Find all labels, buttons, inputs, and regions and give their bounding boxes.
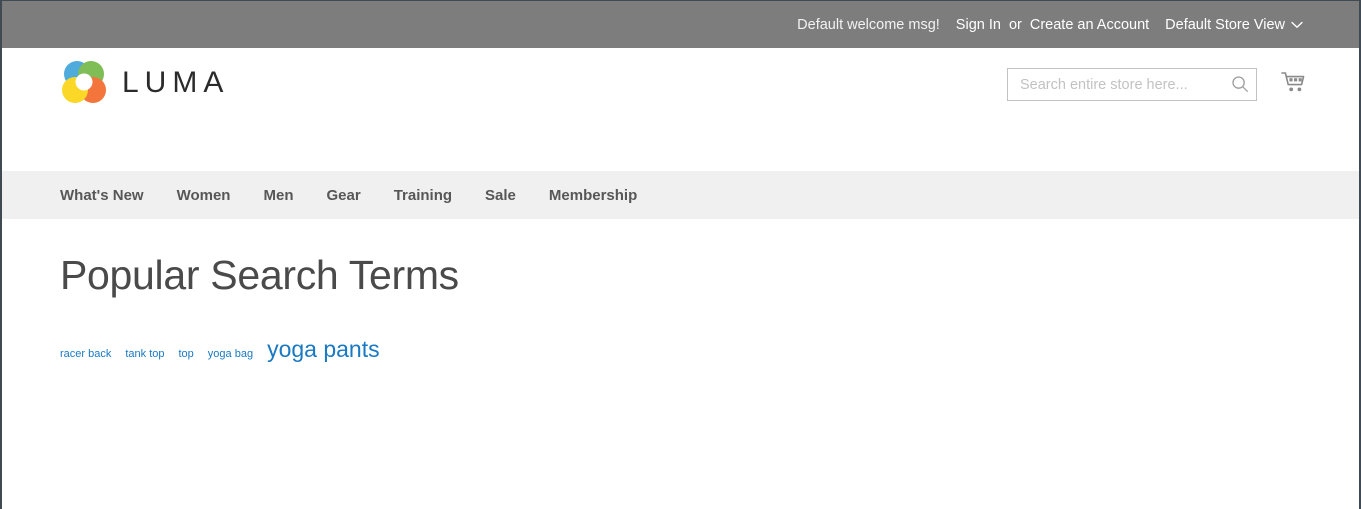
- logo-text: LUMA: [122, 66, 229, 100]
- site-logo-link[interactable]: LUMA: [60, 59, 229, 107]
- main-content: Popular Search Terms racer back tank top…: [2, 253, 1359, 361]
- browser-viewport: Default welcome msg! Sign In or Create a…: [0, 0, 1361, 509]
- create-account-link[interactable]: Create an Account: [1030, 17, 1149, 33]
- store-view-label: Default Store View: [1165, 17, 1285, 33]
- sign-in-link[interactable]: Sign In: [956, 17, 1001, 33]
- luma-circles-logo-icon: [60, 59, 108, 107]
- top-panel: Default welcome msg! Sign In or Create a…: [2, 1, 1359, 48]
- minicart-button[interactable]: [1279, 70, 1309, 100]
- main-navigation: What's New Women Men Gear Training Sale …: [2, 171, 1359, 219]
- search-button[interactable]: [1229, 74, 1251, 96]
- nav-item-men[interactable]: Men: [263, 187, 293, 204]
- nav-item-sale[interactable]: Sale: [485, 187, 516, 204]
- nav-item-whats-new[interactable]: What's New: [60, 187, 144, 204]
- shopping-cart-icon: [1281, 71, 1307, 98]
- chevron-down-icon: [1291, 19, 1303, 31]
- search-term-link[interactable]: yoga bag: [208, 349, 253, 360]
- popular-search-terms-cloud: racer back tank top top yoga bag yoga pa…: [60, 338, 1301, 361]
- page-title: Popular Search Terms: [60, 253, 1301, 298]
- welcome-message: Default welcome msg!: [797, 17, 940, 33]
- search-input[interactable]: [1007, 68, 1257, 101]
- nav-item-membership[interactable]: Membership: [549, 187, 637, 204]
- header-actions: [1007, 68, 1309, 101]
- search-term-link[interactable]: top: [179, 349, 194, 360]
- nav-item-women[interactable]: Women: [177, 187, 231, 204]
- search-term-link[interactable]: tank top: [125, 349, 164, 360]
- panel-links: Default welcome msg! Sign In or Create a…: [797, 17, 1303, 33]
- site-header: LUMA: [2, 48, 1359, 171]
- nav-item-training[interactable]: Training: [394, 187, 452, 204]
- store-view-switcher[interactable]: Default Store View: [1165, 17, 1303, 33]
- nav-item-gear[interactable]: Gear: [326, 187, 360, 204]
- search-icon: [1231, 75, 1249, 96]
- search-box: [1007, 68, 1257, 101]
- or-label: or: [1009, 17, 1022, 33]
- search-term-link[interactable]: yoga pants: [267, 338, 380, 361]
- search-term-link[interactable]: racer back: [60, 349, 111, 360]
